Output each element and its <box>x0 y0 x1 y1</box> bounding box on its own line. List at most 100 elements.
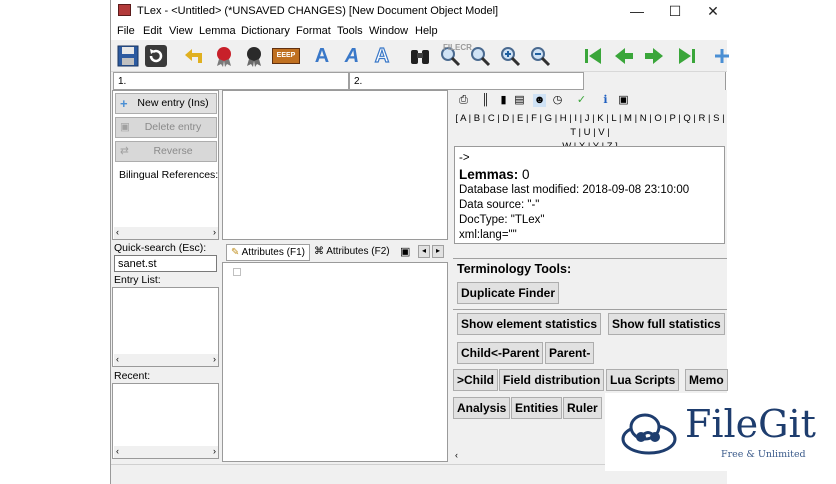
menu-help[interactable]: Help <box>415 25 438 37</box>
add-icon[interactable] <box>709 43 735 69</box>
menu-edit[interactable]: Edit <box>143 25 162 37</box>
save-icon[interactable] <box>115 43 141 69</box>
menu-format[interactable]: Format <box>296 25 331 37</box>
tab-row: 1. 2. <box>111 72 727 90</box>
entry-list-scrollbar[interactable]: ‹ › <box>114 354 218 366</box>
zoom-out-icon[interactable] <box>527 43 553 69</box>
alphabet-line-1[interactable]: [ A | B | C | D | E | F | G | H | I | J … <box>453 112 727 140</box>
quick-search-input[interactable] <box>114 255 217 272</box>
binoculars-icon[interactable] <box>407 43 433 69</box>
font-outline-icon[interactable]: A <box>369 43 395 69</box>
filegit-name: FileGit <box>685 402 816 446</box>
ruler-button[interactable]: Ruler <box>563 397 602 419</box>
menu-bar: File Edit View Lemma Dictionary Format T… <box>111 22 727 40</box>
tab-scroll-right-icon[interactable]: ▸ <box>432 245 444 258</box>
trash-icon: ▣ <box>120 121 130 133</box>
next-icon[interactable] <box>641 43 667 69</box>
duplicate-finder-button[interactable]: Duplicate Finder <box>457 282 560 304</box>
book-icon[interactable]: ▮ <box>497 94 510 107</box>
bilingual-scrollbar[interactable]: ‹ › <box>114 227 218 239</box>
info-icon[interactable]: ℹ <box>599 94 612 107</box>
document-icon[interactable]: ▤ <box>513 94 526 107</box>
menu-window[interactable]: Window <box>369 25 408 37</box>
entry-editor[interactable] <box>222 90 448 240</box>
last-icon[interactable] <box>673 43 699 69</box>
recent-list[interactable]: ‹ › <box>112 383 219 459</box>
child-parent-button[interactable]: Child<-Parent <box>457 342 544 364</box>
menu-lemma[interactable]: Lemma <box>199 25 236 37</box>
divider <box>453 309 727 310</box>
refresh-icon[interactable] <box>143 43 169 69</box>
menu-tools[interactable]: Tools <box>337 25 363 37</box>
new-entry-label: New entry (Ins) <box>137 97 209 109</box>
eeep-icon[interactable]: EEEP <box>271 43 301 69</box>
scroll-left-icon[interactable]: ‹ <box>455 450 458 460</box>
scroll-left-icon[interactable]: ‹ <box>116 227 119 237</box>
scroll-left-icon[interactable]: ‹ <box>116 354 119 364</box>
entry-list-label: Entry List: <box>114 274 161 286</box>
zoom-in-icon[interactable] <box>497 43 523 69</box>
delete-entry-button[interactable]: ▣ Delete entry <box>115 117 217 138</box>
tree-icon: ⌘ <box>314 246 324 257</box>
menu-file[interactable]: File <box>117 25 135 37</box>
black-stamp-icon[interactable] <box>241 43 267 69</box>
binoculars-icon[interactable]: ▣ <box>400 245 410 258</box>
entry-list[interactable]: ‹ › <box>112 287 219 367</box>
tab-attributes-f1[interactable]: ✎ Attributes (F1) <box>226 244 310 261</box>
tab-2[interactable]: 2. <box>349 72 584 90</box>
barcode-icon[interactable]: ║ <box>479 94 492 107</box>
red-stamp-icon[interactable] <box>211 43 237 69</box>
first-icon[interactable] <box>581 43 607 69</box>
lua-scripts-button[interactable]: Lua Scripts <box>606 369 680 391</box>
maximize-button[interactable]: ☐ <box>655 0 695 22</box>
font-italic-icon[interactable]: A <box>339 43 365 69</box>
check-icon[interactable]: ✓ <box>575 94 588 107</box>
show-full-statistics-button[interactable]: Show full statistics <box>608 313 725 335</box>
scroll-left-icon[interactable]: ‹ <box>116 446 119 456</box>
tab-attributes-f2[interactable]: ⌘ Attributes (F2) <box>310 244 394 261</box>
menu-dictionary[interactable]: Dictionary <box>241 25 290 37</box>
lemmas-label: Lemmas: <box>459 167 519 182</box>
scroll-right-icon[interactable]: › <box>213 227 216 237</box>
field-distribution-button[interactable]: Field distribution <box>499 369 605 391</box>
db-modified: Database last modified: 2018-09-08 23:10… <box>459 184 690 196</box>
menu-view[interactable]: View <box>169 25 193 37</box>
font-bold-icon[interactable]: A <box>309 43 335 69</box>
entities-button[interactable]: Entities <box>511 397 563 419</box>
entry-actions-panel: + New entry (Ins) ▣ Delete entry ⇄ Rever… <box>112 90 219 240</box>
minimize-button[interactable]: — <box>617 0 657 22</box>
parent-button[interactable]: Parent- <box>545 342 595 364</box>
tab-1[interactable]: 1. <box>113 72 349 90</box>
show-element-statistics-button[interactable]: Show element statistics <box>457 313 602 335</box>
person-icon[interactable]: ☻ <box>533 94 546 107</box>
print-icon[interactable]: ⎙ <box>457 94 470 107</box>
data-source: Data source: "-" <box>459 199 540 211</box>
image-icon[interactable]: ▣ <box>617 94 630 107</box>
analysis-button[interactable]: Analysis <box>453 397 511 419</box>
attributes-f1-label: Attributes (F1) <box>241 247 305 258</box>
attributes-panel[interactable] <box>222 262 448 462</box>
prev-icon[interactable] <box>611 43 637 69</box>
doctype: DocType: "TLex" <box>459 214 545 226</box>
edit-icon: ✎ <box>231 247 240 258</box>
memo-button[interactable]: Memo <box>685 369 728 391</box>
scroll-right-icon[interactable]: › <box>213 354 216 364</box>
tab-scroll-left-icon[interactable]: ◂ <box>418 245 430 258</box>
child-button[interactable]: >Child <box>453 369 499 391</box>
app-icon <box>118 4 131 16</box>
new-entry-button[interactable]: + New entry (Ins) <box>115 93 217 114</box>
divider <box>453 258 727 259</box>
close-button[interactable]: ✕ <box>693 0 733 22</box>
quick-search-label: Quick-search (Esc): <box>114 242 207 254</box>
xml-lang: xml:lang="" <box>459 229 517 241</box>
scroll-right-icon[interactable]: › <box>213 446 216 456</box>
undo-icon[interactable] <box>181 43 207 69</box>
attribute-checkbox[interactable] <box>233 268 241 276</box>
zoom-icon[interactable] <box>467 43 493 69</box>
recent-scrollbar[interactable]: ‹ › <box>114 446 218 458</box>
reverse-button[interactable]: ⇄ Reverse <box>115 141 217 162</box>
filegit-cloud-icon <box>621 413 677 455</box>
recent-label: Recent: <box>114 370 151 382</box>
clock-icon[interactable]: ◷ <box>551 94 564 107</box>
attributes-f2-label: Attributes (F2) <box>326 246 390 257</box>
